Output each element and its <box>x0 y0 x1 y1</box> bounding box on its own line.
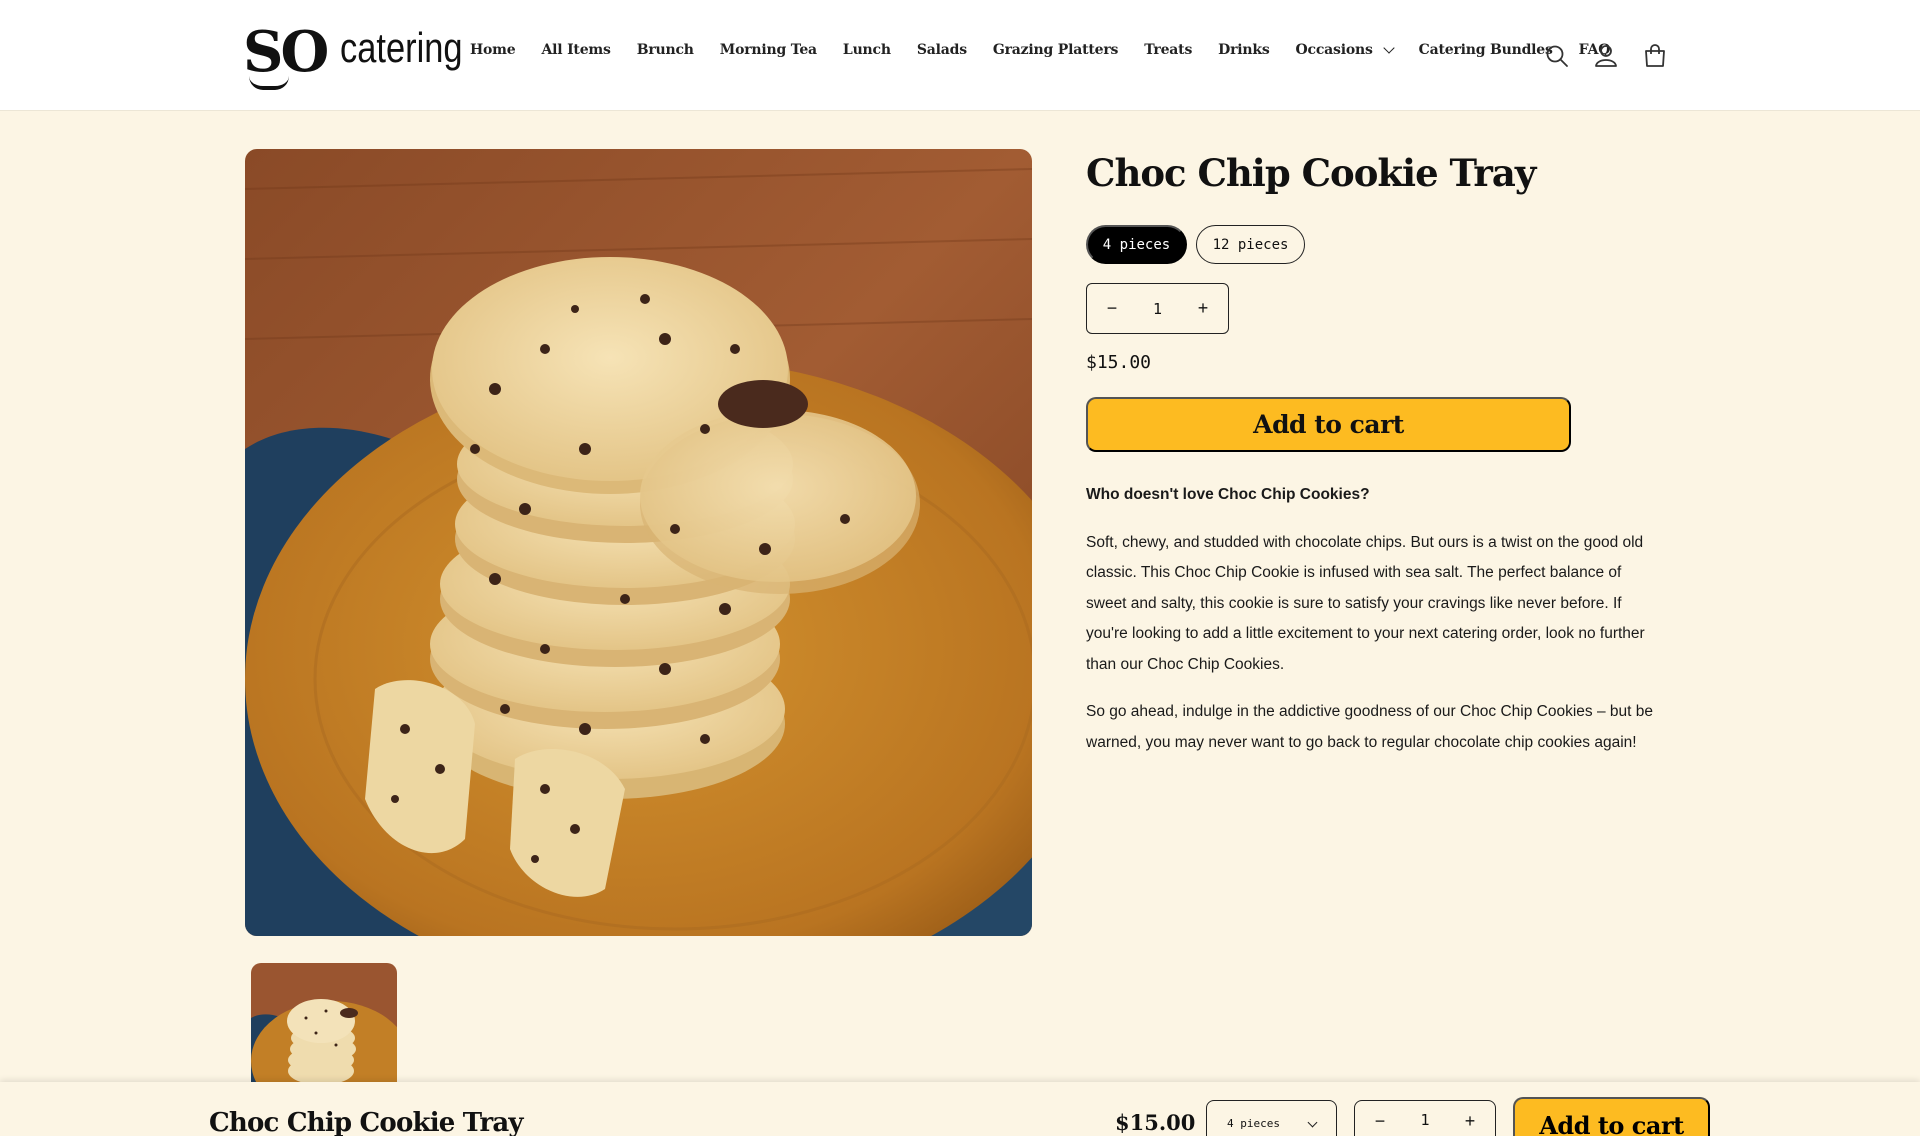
cookie-stack-photo <box>245 149 1032 936</box>
sticky-product-title: Choc Chip Cookie Tray <box>209 1108 524 1136</box>
nav-treats[interactable]: Treats <box>1144 42 1192 58</box>
quantity-decrease-button[interactable]: − <box>1097 298 1127 319</box>
variant-12-pieces[interactable]: 12 pieces <box>1196 225 1305 264</box>
logo-smile-mark <box>249 76 289 90</box>
description-paragraph-1: Soft, chewy, and studded with chocolate … <box>1086 533 1645 673</box>
cookie-thumbnail-photo <box>251 963 397 1083</box>
sticky-variant-select[interactable]: 4 pieces <box>1206 1100 1337 1136</box>
sticky-add-to-cart-button[interactable]: Add to cart <box>1513 1097 1710 1136</box>
product-price: $15.00 <box>1086 352 1152 373</box>
nav-morning-tea[interactable]: Morning Tea <box>720 42 817 58</box>
variant-4-pieces[interactable]: 4 pieces <box>1086 225 1187 264</box>
account-icon[interactable] <box>1592 42 1620 70</box>
nav-lunch[interactable]: Lunch <box>843 42 891 58</box>
nav-catering-bundles[interactable]: Catering Bundles <box>1419 42 1553 58</box>
nav-brunch[interactable]: Brunch <box>637 42 694 58</box>
nav-drinks[interactable]: Drinks <box>1218 42 1270 58</box>
sticky-quantity-decrease-button[interactable]: − <box>1365 1111 1395 1136</box>
description-lead: Who doesn't love Choc Chip Cookies? <box>1086 486 1370 503</box>
site-header: SO catering Home All Items Brunch Mornin… <box>0 0 1920 111</box>
sticky-variant-value: 4 pieces <box>1227 1117 1280 1130</box>
product-main-image[interactable] <box>245 149 1032 936</box>
quantity-input[interactable]: 1 <box>1153 300 1162 318</box>
product-title: Choc Chip Cookie Tray <box>1086 151 1536 195</box>
product-description: Who doesn't love Choc Chip Cookies? Soft… <box>1086 480 1666 775</box>
sticky-quantity-increase-button[interactable]: + <box>1455 1111 1485 1136</box>
main-nav: Home All Items Brunch Morning Tea Lunch … <box>470 42 1636 58</box>
add-to-cart-button[interactable]: Add to cart <box>1086 397 1571 452</box>
so-catering-logo[interactable]: SO catering <box>243 19 490 90</box>
nav-all-items[interactable]: All Items <box>542 42 611 58</box>
quantity-stepper: − 1 + <box>1086 283 1229 334</box>
chevron-down-icon <box>1382 42 1395 54</box>
sticky-quantity-input[interactable]: 1 <box>1420 1111 1429 1136</box>
sticky-add-to-cart-bar: Choc Chip Cookie Tray $15.00 4 pieces − … <box>0 1082 1920 1136</box>
quantity-increase-button[interactable]: + <box>1188 298 1218 319</box>
sticky-price: $15.00 <box>1115 1110 1196 1135</box>
logo-so-mark: SO <box>243 19 329 85</box>
chevron-down-icon <box>1307 1117 1318 1128</box>
description-paragraph-2: So go ahead, indulge in the addictive go… <box>1086 703 1653 751</box>
nav-home[interactable]: Home <box>470 42 516 58</box>
nav-salads[interactable]: Salads <box>917 42 967 58</box>
cart-icon[interactable] <box>1641 42 1669 70</box>
search-icon[interactable] <box>1543 42 1571 70</box>
sticky-quantity-stepper: − 1 + <box>1354 1100 1496 1136</box>
logo-wordmark: catering <box>340 24 463 71</box>
nav-occasions[interactable]: Occasions <box>1296 42 1395 58</box>
product-thumbnail[interactable] <box>251 963 397 1083</box>
nav-grazing-platters[interactable]: Grazing Platters <box>993 42 1119 58</box>
